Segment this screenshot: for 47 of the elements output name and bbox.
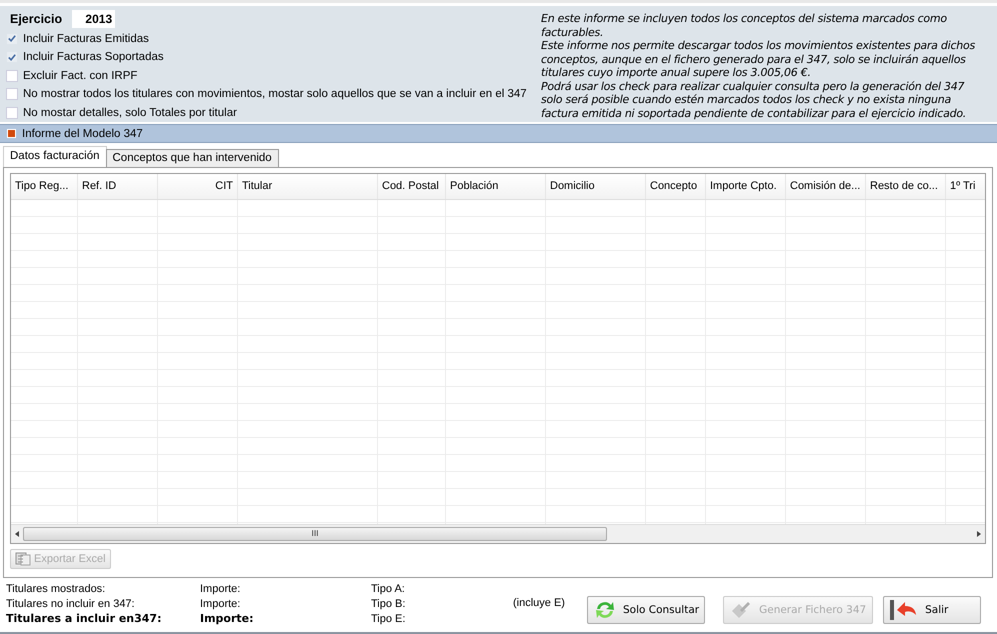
refresh-arrows-icon (593, 599, 617, 621)
action-button[interactable]: Salir (883, 596, 982, 624)
section-title: Informe del Modelo 347 (22, 128, 143, 140)
checkbox[interactable] (6, 88, 18, 100)
amount-label: Importe: (200, 582, 242, 596)
amount-label: Importe: (200, 612, 255, 626)
checkbox-label: Incluir Facturas Soportadas (23, 51, 164, 64)
checkbox[interactable] (6, 32, 18, 45)
column-header[interactable]: Tipo Reg... (11, 174, 78, 199)
scroll-right-icon[interactable] (977, 531, 981, 537)
year-field[interactable]: 2013 (72, 10, 116, 28)
column-header[interactable]: CIT (158, 174, 238, 199)
year-label: Ejercicio (10, 12, 62, 26)
amount-label: Importe: (200, 597, 242, 611)
tab[interactable]: Datos facturación (3, 146, 106, 167)
column-header[interactable]: Domicilio (546, 174, 646, 199)
checkbox[interactable] (6, 51, 18, 64)
action-button[interactable]: Solo Consultar (587, 596, 706, 624)
column-header[interactable]: 1º Tri (946, 174, 985, 199)
horizontal-scrollbar[interactable]: III (11, 524, 985, 543)
column-header[interactable]: Cod. Postal (378, 174, 446, 199)
checkbox[interactable] (6, 70, 18, 82)
column-header[interactable]: Importe Cpto. (706, 174, 786, 199)
info-text: En este informe se incluyen todos los conceptos del sistema marcados como facturables. Este informe nos permite descargar todos los movimientos existentes para dichos conceptos, aunque en el fichero generado para el 347, solo se incluirán aquellos titulares cuyo importe anual supere los 3.005,06 €. Podrá usar los check para realizar cualquier consulta pero la generación del 347 solo será posible cuando estén marcados todos los check y no exista ninguna factura emitida ni soportada pendiente de contabilizar para el ejercicio indicado. (541, 12, 976, 122)
expand-icon[interactable] (7, 129, 16, 138)
checkbox-label: No mostrar todos los titulares con movimientos, mostar solo aquellos que se van a incluir en el 347 (23, 88, 527, 100)
tab[interactable]: Conceptos que han intervenido (106, 149, 279, 167)
summary-label: Titulares a incluir en347: (6, 612, 162, 626)
summary-label: Titulares mostrados: (6, 582, 106, 596)
scroll-thumb[interactable]: III (23, 527, 607, 541)
type-label: Tipo A: (371, 582, 406, 596)
column-header[interactable]: Titular (238, 174, 378, 199)
column-header[interactable]: Concepto (646, 174, 706, 199)
type-label: Tipo E: (371, 612, 406, 626)
checkbox-label: Incluir Facturas Emitidas (23, 32, 149, 45)
type-label: Tipo B: (371, 597, 406, 611)
column-header[interactable]: Ref. ID (78, 174, 158, 199)
scroll-left-icon[interactable] (15, 531, 19, 537)
checkbox-label: Excluir Fact. con IRPF (23, 70, 138, 82)
note-text: (incluye E) (513, 597, 566, 609)
column-header[interactable]: Población (446, 174, 546, 199)
spreadsheet-icon (15, 551, 31, 567)
column-header[interactable]: Resto de co... (866, 174, 946, 199)
checkbox-label: No mostar detalles, solo Totales por titular (23, 106, 237, 119)
column-header[interactable]: Comisión de... (786, 174, 866, 199)
checkbox[interactable] (6, 106, 18, 119)
summary-label: Titulares no incluir en 347: (6, 597, 136, 611)
